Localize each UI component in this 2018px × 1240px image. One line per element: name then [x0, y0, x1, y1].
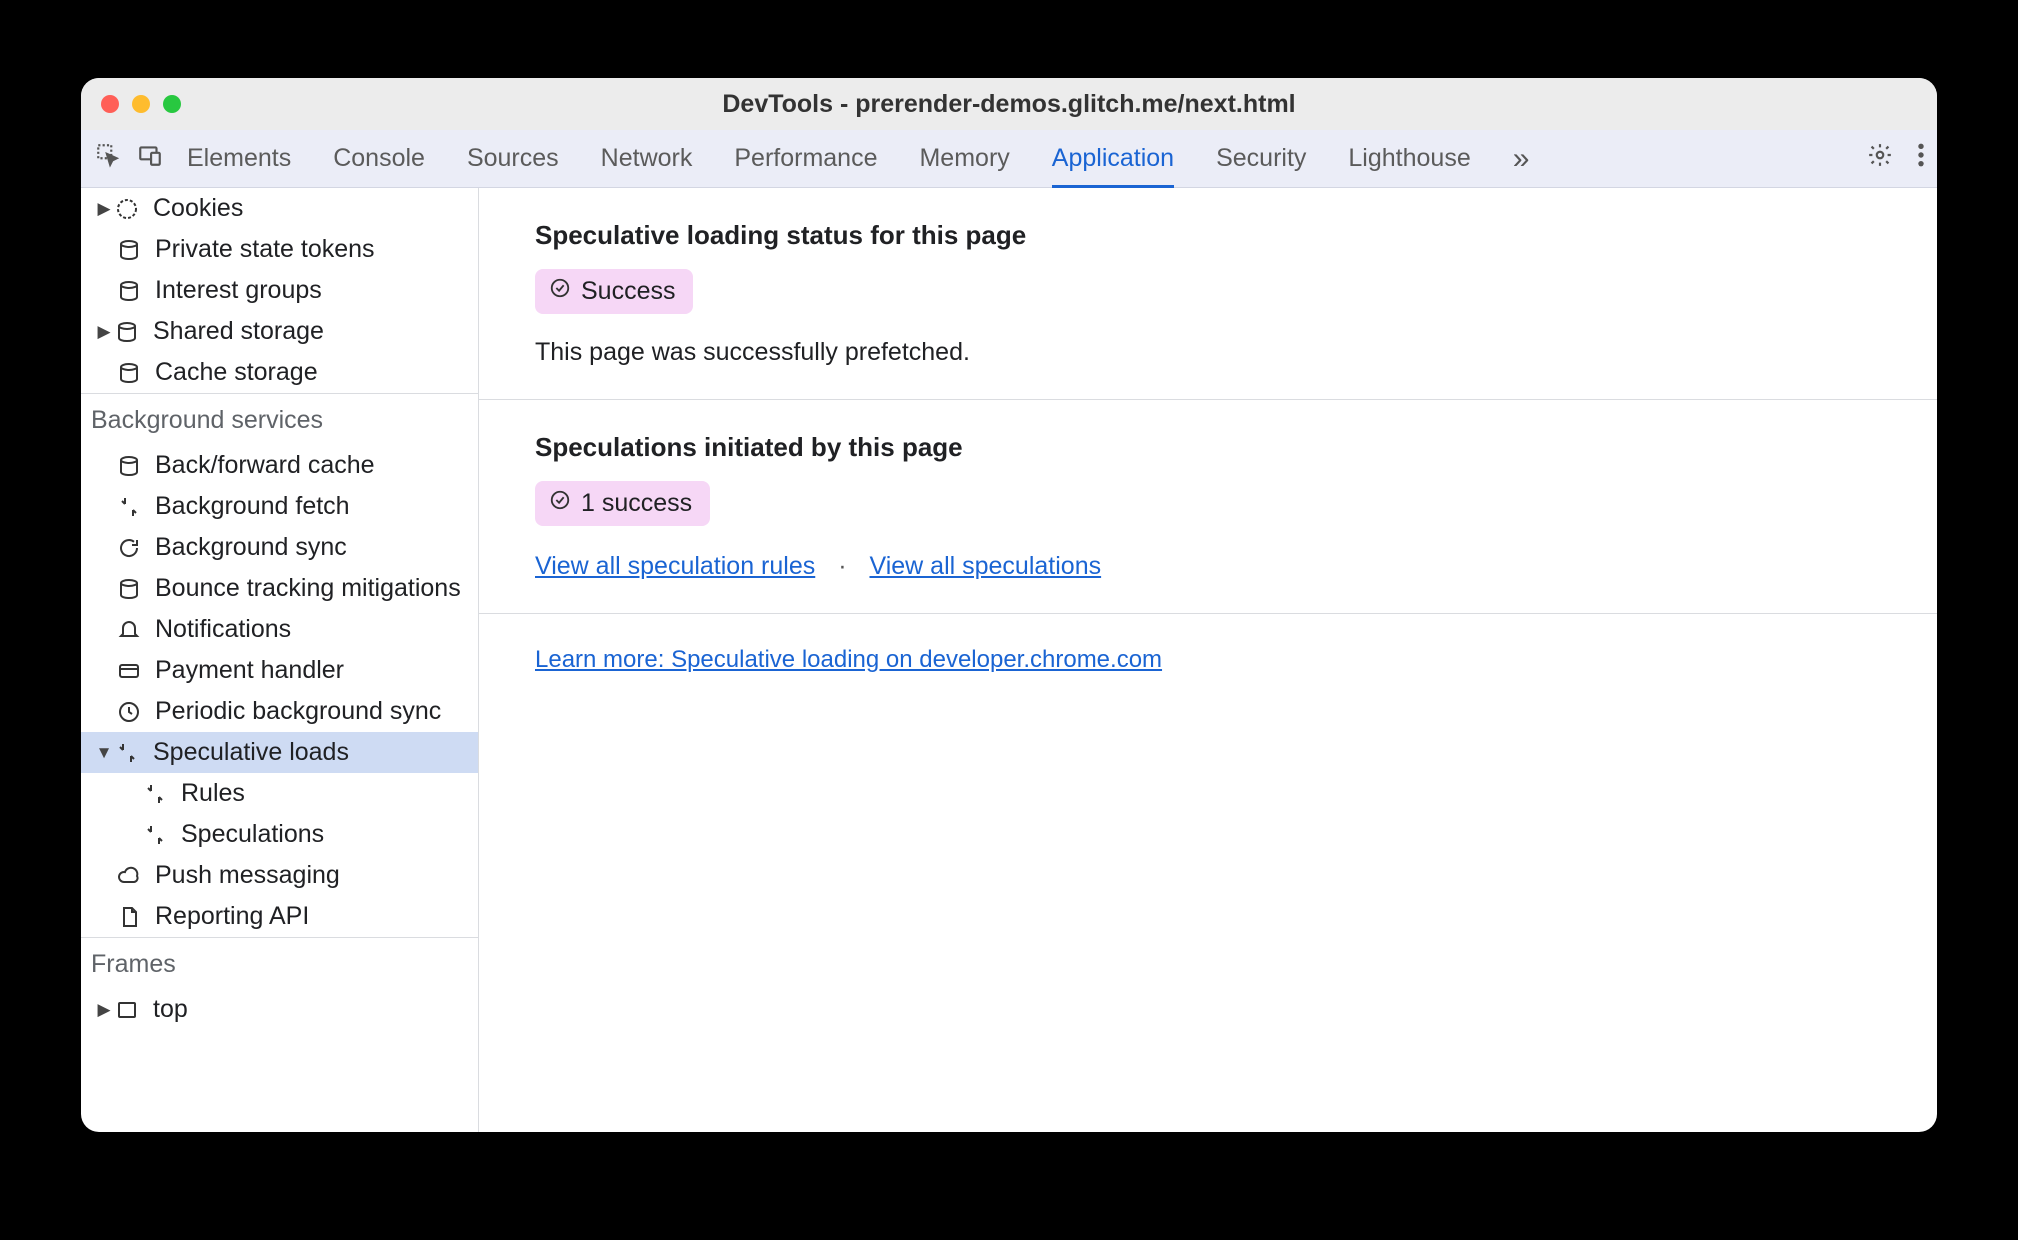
- sidebar-item-private-state-tokens[interactable]: Private state tokens: [81, 229, 478, 270]
- credit-card-icon: [115, 657, 143, 685]
- sidebar-item-notifications[interactable]: Notifications: [81, 609, 478, 650]
- database-icon: [115, 575, 143, 603]
- refresh-icon: [115, 534, 143, 562]
- inspect-icon[interactable]: [95, 142, 121, 175]
- window-controls: [101, 95, 181, 113]
- sidebar-section-background-services: Background services: [81, 394, 478, 445]
- sidebar-item-label: Background fetch: [155, 492, 350, 521]
- sidebar-item-label: Bounce tracking mitigations: [155, 574, 461, 603]
- clock-icon: [115, 698, 143, 726]
- check-circle-icon: [549, 277, 571, 306]
- speculations-heading: Speculations initiated by this page: [535, 432, 1881, 463]
- tab-console[interactable]: Console: [333, 132, 425, 185]
- tab-memory[interactable]: Memory: [919, 132, 1009, 185]
- status-description: This page was successfully prefetched.: [535, 338, 1881, 367]
- titlebar: DevTools - prerender-demos.glitch.me/nex…: [81, 78, 1937, 130]
- sidebar-section-frames: Frames: [81, 938, 478, 989]
- sync-arrows-icon: [113, 739, 141, 767]
- zoom-window-button[interactable]: [163, 95, 181, 113]
- tab-sources[interactable]: Sources: [467, 132, 559, 185]
- sidebar-item-label: Cache storage: [155, 358, 318, 387]
- check-circle-icon: [549, 489, 571, 518]
- file-icon: [115, 903, 143, 931]
- link-view-all-speculations[interactable]: View all speculations: [869, 552, 1101, 580]
- sidebar-item-reporting-api[interactable]: Reporting API: [81, 896, 478, 937]
- sidebar-item-shared-storage[interactable]: ▶ Shared storage: [81, 311, 478, 352]
- sidebar-item-label: Reporting API: [155, 902, 309, 931]
- sidebar-item-label: Notifications: [155, 615, 291, 644]
- sidebar-item-label: Back/forward cache: [155, 451, 375, 480]
- sidebar-item-background-fetch[interactable]: Background fetch: [81, 486, 478, 527]
- sidebar-item-bounce-tracking[interactable]: Bounce tracking mitigations: [81, 568, 478, 609]
- minimize-window-button[interactable]: [132, 95, 150, 113]
- sidebar-item-label: Cookies: [153, 194, 243, 223]
- sync-arrows-icon: [115, 493, 143, 521]
- sync-arrows-icon: [141, 821, 169, 849]
- tab-performance[interactable]: Performance: [734, 132, 877, 185]
- sidebar-item-cookies[interactable]: ▶ Cookies: [81, 188, 478, 229]
- database-icon: [113, 318, 141, 346]
- bell-icon: [115, 616, 143, 644]
- database-icon: [115, 277, 143, 305]
- chevron-right-icon: ▶: [95, 199, 113, 219]
- tab-application[interactable]: Application: [1052, 132, 1174, 188]
- application-sidebar: ▶ Cookies Private state tokens Interest …: [81, 188, 479, 1132]
- sidebar-item-rules[interactable]: Rules: [81, 773, 478, 814]
- link-view-all-rules[interactable]: View all speculation rules: [535, 552, 815, 580]
- tab-lighthouse[interactable]: Lighthouse: [1348, 132, 1470, 185]
- speculations-badge: 1 success: [535, 481, 710, 526]
- close-window-button[interactable]: [101, 95, 119, 113]
- speculations-badge-label: 1 success: [581, 489, 692, 518]
- cookies-icon: [113, 195, 141, 223]
- devtools-window: DevTools - prerender-demos.glitch.me/nex…: [81, 78, 1937, 1132]
- frame-icon: [113, 996, 141, 1024]
- sidebar-item-label: Shared storage: [153, 317, 324, 346]
- status-badge-label: Success: [581, 277, 675, 306]
- chevron-right-icon: ▶: [95, 1000, 113, 1020]
- sidebar-item-speculations[interactable]: Speculations: [81, 814, 478, 855]
- tab-security[interactable]: Security: [1216, 132, 1306, 185]
- sidebar-item-label: Background sync: [155, 533, 347, 562]
- sidebar-item-label: top: [153, 995, 188, 1024]
- main-content: Speculative loading status for this page…: [479, 188, 1937, 1132]
- sidebar-item-push-messaging[interactable]: Push messaging: [81, 855, 478, 896]
- status-heading: Speculative loading status for this page: [535, 220, 1881, 251]
- sidebar-item-payment-handler[interactable]: Payment handler: [81, 650, 478, 691]
- link-learn-more[interactable]: Learn more: Speculative loading on devel…: [535, 646, 1162, 673]
- sidebar-item-back-forward-cache[interactable]: Back/forward cache: [81, 445, 478, 486]
- sidebar-item-interest-groups[interactable]: Interest groups: [81, 270, 478, 311]
- tab-elements[interactable]: Elements: [187, 132, 291, 185]
- sidebar-item-label: Speculative loads: [153, 738, 349, 767]
- sidebar-item-label: Payment handler: [155, 656, 344, 685]
- status-badge: Success: [535, 269, 693, 314]
- database-icon: [115, 236, 143, 264]
- panel-tabs: Elements Console Sources Network Perform…: [187, 132, 1867, 185]
- more-tabs-icon[interactable]: »: [1513, 142, 1530, 176]
- tab-network[interactable]: Network: [601, 132, 693, 185]
- cloud-icon: [115, 862, 143, 890]
- kebab-menu-icon[interactable]: [1917, 142, 1925, 175]
- sidebar-item-cache-storage[interactable]: Cache storage: [81, 352, 478, 393]
- sidebar-item-label: Speculations: [181, 820, 324, 849]
- sidebar-item-label: Rules: [181, 779, 245, 808]
- sync-arrows-icon: [141, 780, 169, 808]
- chevron-right-icon: ▶: [95, 322, 113, 342]
- sidebar-item-frame-top[interactable]: ▶ top: [81, 989, 478, 1030]
- device-toggle-icon[interactable]: [137, 142, 163, 175]
- sidebar-item-label: Private state tokens: [155, 235, 375, 264]
- database-icon: [115, 359, 143, 387]
- chevron-down-icon: ▼: [95, 743, 113, 763]
- separator-dot: ·: [838, 552, 846, 580]
- sidebar-item-label: Push messaging: [155, 861, 340, 890]
- sidebar-item-background-sync[interactable]: Background sync: [81, 527, 478, 568]
- sidebar-item-label: Periodic background sync: [155, 697, 441, 726]
- window-title: DevTools - prerender-demos.glitch.me/nex…: [81, 90, 1937, 119]
- sidebar-item-periodic-bg-sync[interactable]: Periodic background sync: [81, 691, 478, 732]
- sidebar-item-speculative-loads[interactable]: ▼ Speculative loads: [81, 732, 478, 773]
- database-icon: [115, 452, 143, 480]
- gear-icon[interactable]: [1867, 142, 1893, 175]
- devtools-toolbar: Elements Console Sources Network Perform…: [81, 130, 1937, 188]
- sidebar-item-label: Interest groups: [155, 276, 322, 305]
